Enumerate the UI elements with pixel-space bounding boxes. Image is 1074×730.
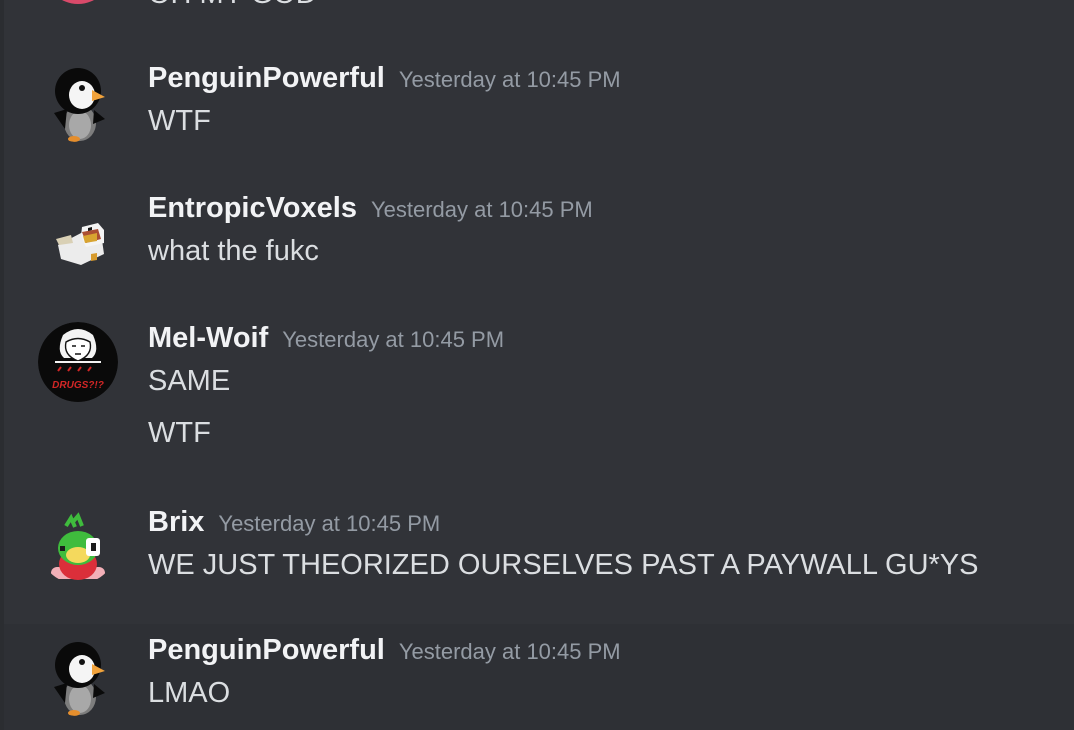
message-timestamp[interactable]: Yesterday at 10:45 PM [218,511,440,536]
voxel-duck-avatar-icon [56,223,104,265]
previous-avatar-icon[interactable] [38,0,118,10]
message-timestamp[interactable]: Yesterday at 10:45 PM [399,639,621,664]
message-content: WTF [148,105,211,137]
penguin-avatar-icon [54,68,105,142]
message-author[interactable]: PenguinPowerful [148,62,385,94]
message-item[interactable]: EntropicVoxels Yesterday at 10:45 PM what… [4,180,1074,286]
green-dragon-avatar-icon [51,512,105,580]
user-avatar[interactable] [38,62,118,142]
chat-message-list[interactable]: OH MY GOD PenguinPowerful Yesterday at 10… [0,0,1074,730]
user-avatar[interactable] [38,192,118,272]
message-content: WE JUST THEORIZED OURSELVES PAST A PAYWA… [148,549,979,581]
message-item[interactable]: DRUGS?!? Mel-Woif Yesterday at 10:45 PM S… [4,310,1074,465]
user-avatar[interactable] [38,504,118,584]
message-timestamp[interactable]: Yesterday at 10:45 PM [399,67,621,92]
message-author[interactable]: PenguinPowerful [148,634,385,666]
previous-message-content: OH MY GOD [148,0,317,11]
user-avatar[interactable] [38,636,118,716]
message-timestamp[interactable]: Yesterday at 10:45 PM [282,327,504,352]
penguin-avatar-icon [54,642,105,716]
message-content: WTF [148,417,211,449]
message-author[interactable]: Mel-Woif [148,322,268,354]
message-timestamp[interactable]: Yesterday at 10:45 PM [371,197,593,222]
message-item[interactable]: PenguinPowerful Yesterday at 10:45 PM LMA… [4,624,1074,730]
message-content: SAME [148,365,231,397]
message-content: LMAO [148,677,231,709]
message-author[interactable]: EntropicVoxels [148,192,357,224]
message-item[interactable]: PenguinPowerful Yesterday at 10:45 PM WTF [4,50,1074,156]
avatar-text: DRUGS?!? [52,380,104,391]
drugs-sketch-avatar-icon: DRUGS?!? [38,322,118,402]
message-author[interactable]: Brix [148,506,204,538]
message-content: what the fukc [148,235,319,267]
user-avatar[interactable]: DRUGS?!? [38,322,118,402]
message-item[interactable]: Brix Yesterday at 10:45 PM WE JUST THEORI… [4,492,1074,606]
